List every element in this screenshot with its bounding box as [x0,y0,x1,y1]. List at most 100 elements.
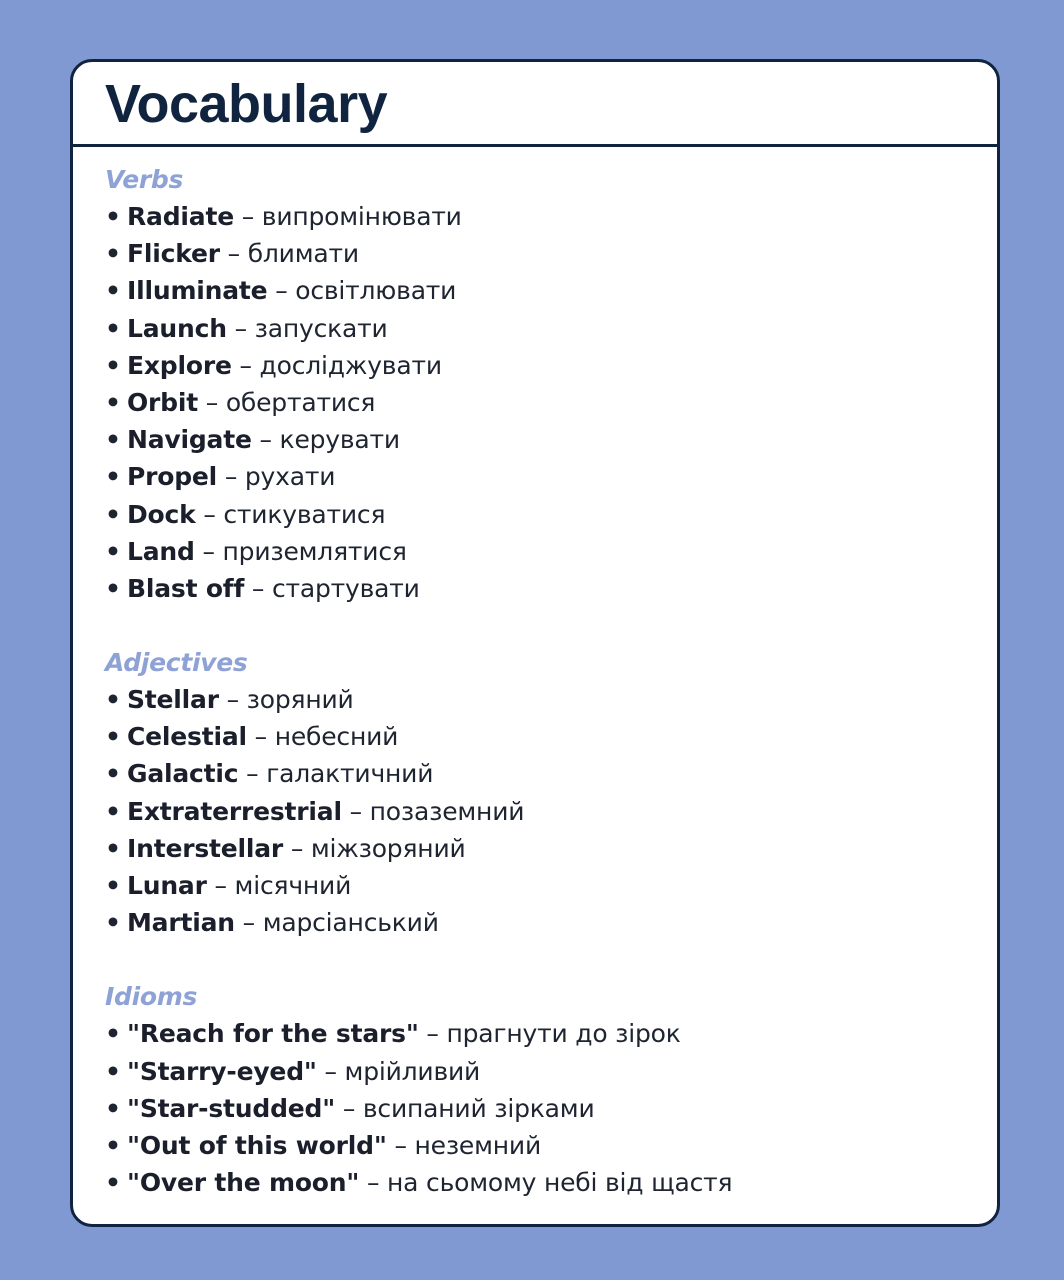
section-label-idioms: Idioms [105,982,198,1012]
verbs-section: Verbs • Radiate – випромінювати • Flicker –… [105,161,997,607]
list-item: • Land – приземлятися [105,533,997,570]
separator-dash: – [394,1130,407,1160]
bullet-icon: • [105,1130,121,1160]
list-item: • Stellar – зоряний [105,681,997,718]
bullet-icon: • [105,350,121,380]
bullet-icon: • [105,1093,121,1123]
vocab-term: Galactic [127,759,239,789]
vocab-term: Celestial [127,722,247,752]
list-item: • Flicker – блимати [105,235,997,272]
separator-dash: – [342,1093,356,1123]
bullet-icon: • [105,1168,121,1198]
idioms-section: Idioms • "Reach for the stars" – прагнути… [105,978,997,1201]
vocab-term: Dock [127,499,196,529]
list-item: • Illuminate – освітлювати [105,272,997,309]
vocab-translation: неземний [414,1130,542,1160]
vocab-translation: мрійливий [344,1056,481,1086]
list-item: • Extraterrestrial – позаземний [105,793,997,830]
bullet-icon: • [105,276,121,306]
separator-dash: – [239,350,252,380]
list-item: • "Star-studded" – всипаний зірками [105,1090,997,1127]
bullet-icon: • [105,313,121,343]
vocab-translation: прагнути до зірок [446,1019,681,1049]
vocab-term: Lunar [127,871,207,900]
vocab-translation: рухати [244,462,336,492]
vocab-translation: позаземний [369,796,525,826]
separator-dash: – [254,722,268,752]
separator-dash: – [214,871,227,900]
vocab-term: Flicker [127,239,220,269]
list-item: • Lunar – місячний [105,867,997,904]
vocab-term: Stellar [127,685,219,715]
bullet-icon: • [105,462,121,492]
bullet-icon: • [105,685,121,715]
vocab-term: Navigate [127,425,252,455]
vocab-term: Orbit [127,387,198,417]
bullet-icon: • [105,871,121,900]
vocab-term: "Over the moon" [127,1168,360,1198]
section-label-adjectives: Adjectives [105,648,248,678]
list-item: • Interstellar – міжзоряний [105,830,997,867]
vocab-translation: стикуватися [223,499,386,529]
bullet-icon: • [105,796,121,826]
bullet-icon: • [105,833,121,863]
bullet-icon: • [105,425,121,455]
separator-dash: – [290,833,304,863]
bullet-icon: • [105,536,121,566]
vocabulary-card: Vocabulary Verbs • Radiate – випромінюват… [70,59,1000,1227]
bullet-icon: • [105,759,121,789]
list-item: • Radiate – випромінювати [105,198,997,235]
separator-dash: – [241,202,255,231]
vocab-translation: зоряний [246,685,354,715]
list-item: • "Out of this world" – неземний [105,1127,997,1164]
idioms-list: • "Reach for the stars" – прагнути до зір… [105,1015,997,1201]
separator-dash: – [324,1056,337,1086]
vocab-translation: блимати [247,239,359,269]
card-body: Verbs • Radiate – випромінювати • Flicker –… [73,147,997,1201]
list-item: • Propel – рухати [105,458,997,495]
card-header: Vocabulary [73,62,997,147]
section-label-verbs: Verbs [105,165,184,194]
vocab-term: Radiate [127,202,234,231]
vocab-term: Extraterrestrial [127,796,342,826]
separator-dash: – [366,1168,380,1198]
bullet-icon: • [105,722,121,752]
separator-dash: – [275,276,288,306]
list-item: • Galactic – галактичний [105,755,997,792]
separator-dash: – [426,1019,439,1049]
vocab-term: "Star-studded" [127,1093,336,1123]
vocab-term: "Out of this world" [127,1130,387,1160]
vocab-translation: небесний [274,722,399,752]
bullet-icon: • [105,1056,121,1086]
vocab-translation: марсіанський [262,908,439,938]
page-title: Vocabulary [105,74,388,134]
vocab-translation: обертатися [225,387,376,417]
vocab-translation: галактичний [266,759,434,789]
vocab-translation: випромінювати [261,202,462,231]
separator-dash: – [205,387,219,417]
vocab-translation: освітлювати [295,276,457,306]
bullet-icon: • [105,908,121,938]
bullet-icon: • [105,1019,121,1049]
vocab-translation: місячний [234,871,352,900]
separator-dash: – [242,908,256,938]
list-item: • Explore – досліджувати [105,347,997,384]
vocab-translation: запускати [254,313,388,343]
separator-dash: – [227,239,241,269]
list-item: • Blast off – стартувати [105,570,997,607]
separator-dash: – [226,685,240,715]
adjectives-section: Adjectives • Stellar – зоряний • Celestial … [105,644,997,941]
list-item: • Celestial – небесний [105,718,997,755]
vocab-term: "Reach for the stars" [127,1019,419,1049]
vocab-term: Launch [127,313,227,343]
separator-dash: – [259,425,272,455]
bullet-icon: • [105,387,121,417]
list-item: • Orbit – обертатися [105,384,997,421]
list-item: • Navigate – керувати [105,421,997,458]
vocab-translation: стартувати [271,573,420,603]
separator-dash: – [202,536,215,566]
bullet-icon: • [105,573,121,603]
separator-dash: – [203,499,216,529]
vocab-translation: досліджувати [259,350,443,380]
list-item: • "Reach for the stars" – прагнути до зір… [105,1015,997,1052]
